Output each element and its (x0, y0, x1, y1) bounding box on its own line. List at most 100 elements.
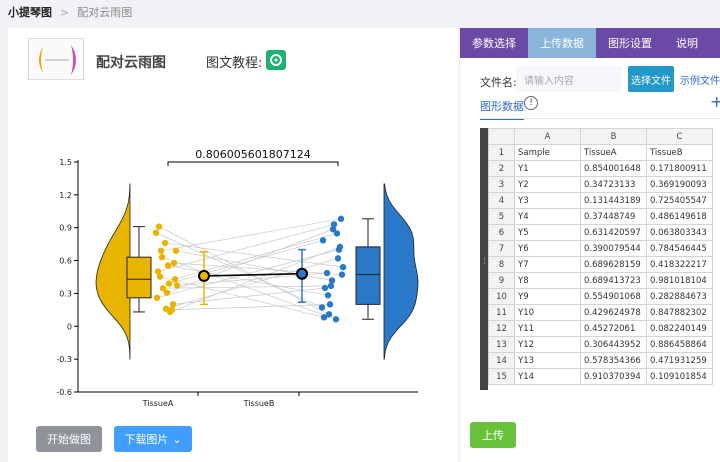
table-cell[interactable]: 0.847882302 (646, 304, 713, 321)
table-row[interactable]: 11 Y10 0.429624978 0.847882302 (488, 304, 713, 321)
table-cell[interactable]: 0.131443189 (580, 192, 647, 209)
point-tissueb (328, 277, 336, 284)
table-row[interactable]: 12 Y11 0.45272061 0.082240149 (488, 320, 713, 337)
row-number[interactable]: 5 (488, 208, 515, 225)
table-cell[interactable]: 0.886458864 (646, 336, 713, 353)
tab-parameters[interactable]: 参数选择 (460, 28, 528, 58)
table-cell[interactable]: TissueB (646, 144, 713, 161)
table-row[interactable]: 13 Y12 0.306443952 0.886458864 (488, 336, 713, 353)
row-number[interactable]: 12 (488, 320, 515, 337)
row-number[interactable]: 3 (488, 176, 515, 193)
tab-graph-settings[interactable]: 图形设置 (596, 28, 664, 58)
table-cell[interactable]: 0.369190093 (646, 176, 713, 193)
table-row[interactable]: 9 Y8 0.689413723 0.981018104 (488, 272, 713, 289)
table-cell[interactable]: Sample (514, 144, 581, 161)
table-cell[interactable]: 0.37448749 (580, 208, 647, 225)
table-cell[interactable]: Y6 (514, 240, 581, 257)
point-tissuea (168, 306, 176, 314)
table-cell[interactable]: 0.45272061 (580, 320, 647, 337)
spreadsheet[interactable]: ⋮ ABC 1 Sample TissueA TissueB 2 Y1 0.85400164… (480, 128, 720, 390)
table-row[interactable]: 6 Y5 0.631420597 0.063803343 (488, 224, 713, 241)
tab-instructions[interactable]: 说明 (664, 28, 710, 58)
table-cell[interactable]: Y4 (514, 208, 581, 225)
table-cell[interactable]: Y2 (514, 176, 581, 193)
sheet-column-header[interactable]: A (514, 128, 581, 145)
table-cell[interactable]: 0.689413723 (580, 272, 647, 289)
table-cell[interactable]: 0.082240149 (646, 320, 713, 337)
table-row[interactable]: 3 Y2 0.34723133 0.369190093 (488, 176, 713, 193)
table-cell[interactable]: Y12 (514, 336, 581, 353)
sheet-column-header[interactable]: C (646, 128, 713, 145)
breadcrumb-home[interactable]: 小提琴图 (8, 4, 52, 20)
table-row[interactable]: 7 Y6 0.390079544 0.784546445 (488, 240, 713, 257)
table-cell[interactable]: Y13 (514, 352, 581, 369)
tab-upload-data[interactable]: 上传数据 (528, 28, 596, 58)
table-cell[interactable]: Y14 (514, 368, 581, 385)
table-cell[interactable]: 0.429624978 (580, 304, 647, 321)
row-number[interactable]: 8 (488, 256, 515, 273)
table-cell[interactable]: 0.471931259 (646, 352, 713, 369)
table-cell[interactable]: 0.554901068 (580, 288, 647, 305)
table-cell[interactable]: 0.486149618 (646, 208, 713, 225)
row-number[interactable]: 10 (488, 288, 515, 305)
table-cell[interactable]: 0.306443952 (580, 336, 647, 353)
choose-file-button[interactable]: 选择文件 (628, 66, 674, 92)
table-row[interactable]: 5 Y4 0.37448749 0.486149618 (488, 208, 713, 225)
row-number[interactable]: 6 (488, 224, 515, 241)
file-name-input[interactable]: 请输入内容 (516, 66, 622, 92)
row-number[interactable]: 7 (488, 240, 515, 257)
table-cell[interactable]: 0.282884673 (646, 288, 713, 305)
row-number[interactable]: 11 (488, 304, 515, 321)
table-row[interactable]: 2 Y1 0.854001648 0.171800911 (488, 160, 713, 177)
table-row[interactable]: 4 Y3 0.131443189 0.725405547 (488, 192, 713, 209)
data-table[interactable]: ABC 1 Sample TissueA TissueB 2 Y1 0.854001648 0… (488, 128, 713, 385)
table-cell[interactable]: 0.418322217 (646, 256, 713, 273)
table-cell[interactable]: Y3 (514, 192, 581, 209)
table-row[interactable]: 8 Y7 0.689628159 0.418322217 (488, 256, 713, 273)
table-cell[interactable]: 0.631420597 (580, 224, 647, 241)
table-cell[interactable]: Y1 (514, 160, 581, 177)
download-image-button[interactable]: 下载图片 ⌄ (114, 426, 192, 452)
table-cell[interactable]: 0.981018104 (646, 272, 713, 289)
table-row[interactable]: 14 Y13 0.578354366 0.471931259 (488, 352, 713, 369)
table-cell[interactable]: Y7 (514, 256, 581, 273)
row-number[interactable]: 13 (488, 336, 515, 353)
table-cell[interactable]: 0.171800911 (646, 160, 713, 177)
sheet-corner[interactable] (488, 128, 515, 145)
row-number[interactable]: 2 (488, 160, 515, 177)
table-row[interactable]: 15 Y14 0.910370394 0.109101854 (488, 368, 713, 385)
info-icon[interactable]: ! (524, 96, 538, 110)
table-cell[interactable]: 0.390079544 (580, 240, 647, 257)
row-number[interactable]: 14 (488, 352, 515, 369)
table-cell[interactable]: 0.854001648 (580, 160, 647, 177)
table-cell[interactable]: TissueA (580, 144, 647, 161)
table-cell[interactable]: 0.725405547 (646, 192, 713, 209)
start-plot-button[interactable]: 开始做图 (36, 426, 102, 452)
table-row[interactable]: 10 Y9 0.554901068 0.282884673 (488, 288, 713, 305)
table-cell[interactable]: Y8 (514, 272, 581, 289)
table-cell[interactable]: Y10 (514, 304, 581, 321)
tab-graph-data[interactable]: 图形数据 (480, 98, 524, 120)
table-cell[interactable]: 0.109101854 (646, 368, 713, 385)
table-cell[interactable]: 0.784546445 (646, 240, 713, 257)
table-cell[interactable]: 0.34723133 (580, 176, 647, 193)
table-cell[interactable]: 0.063803343 (646, 224, 713, 241)
wechat-icon[interactable] (266, 50, 286, 70)
table-row[interactable]: 1 Sample TissueA TissueB (488, 144, 713, 161)
table-cell[interactable]: 0.578354366 (580, 352, 647, 369)
drag-handle-icon[interactable]: ⋮ (481, 256, 488, 266)
table-cell[interactable]: 0.689628159 (580, 256, 647, 273)
sheet-column-header[interactable]: B (580, 128, 647, 145)
row-number[interactable]: 4 (488, 192, 515, 209)
table-cell[interactable]: Y5 (514, 224, 581, 241)
add-tab-icon[interactable]: + (710, 94, 720, 110)
upload-button[interactable]: 上传 (470, 422, 516, 448)
row-number[interactable]: 15 (488, 368, 515, 385)
table-cell[interactable]: Y9 (514, 288, 581, 305)
example-file-link[interactable]: 示例文件 (680, 72, 720, 87)
point-tissueb (327, 282, 335, 290)
row-number[interactable]: 9 (488, 272, 515, 289)
table-cell[interactable]: 0.910370394 (580, 368, 647, 385)
row-number[interactable]: 1 (488, 144, 515, 161)
table-cell[interactable]: Y11 (514, 320, 581, 337)
